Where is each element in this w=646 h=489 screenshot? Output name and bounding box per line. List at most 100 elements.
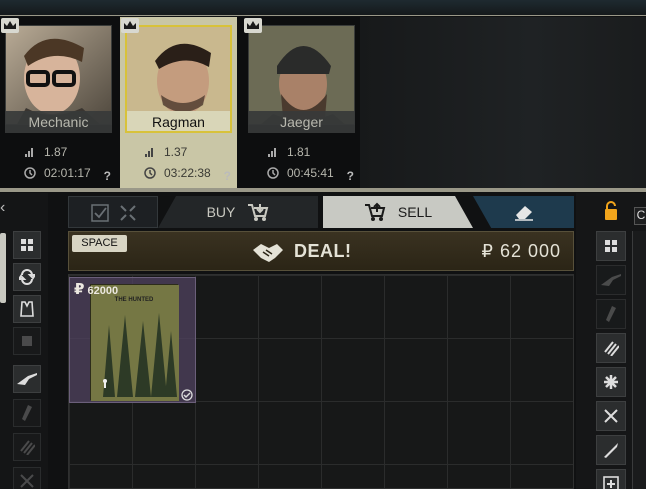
trader-name: Ragman bbox=[125, 111, 232, 133]
mods-filter-button[interactable] bbox=[13, 327, 41, 355]
plus-box-icon bbox=[603, 476, 619, 489]
ammo-icon bbox=[20, 440, 35, 455]
tab-sell[interactable]: SELL bbox=[323, 196, 473, 228]
collapse-arrow-icon[interactable]: ‹ bbox=[0, 199, 8, 229]
trader-restock-timer: 02:01:17 bbox=[24, 166, 91, 180]
stash-scrollbar[interactable] bbox=[0, 233, 6, 303]
provisions-filter-button[interactable] bbox=[596, 401, 626, 431]
trader-level: 1.37 bbox=[144, 145, 187, 159]
add-filter-button[interactable] bbox=[596, 469, 626, 489]
grid-icon bbox=[21, 239, 33, 251]
top-strip bbox=[0, 0, 646, 16]
item-price-value: 62000 bbox=[87, 285, 119, 297]
trade-mode-tabs: BUY SELL bbox=[68, 196, 574, 228]
trader-inventory-preview bbox=[632, 231, 646, 489]
trader-level: 1.87 bbox=[24, 145, 67, 159]
trading-screen: ? Mechanic 1.87 02:01:17 ? Ragman 1.37 0… bbox=[0, 0, 646, 489]
select-toolbar bbox=[68, 196, 158, 228]
clock-icon bbox=[24, 167, 36, 179]
trader-filter-sidebar: C bbox=[576, 193, 646, 489]
barter-filter-button[interactable] bbox=[13, 263, 41, 291]
grid-icon bbox=[605, 240, 617, 252]
ammo-filter-button[interactable] bbox=[596, 333, 626, 363]
trader-portrait-ragman bbox=[125, 25, 232, 125]
deal-total-price: ₽ 62 000 bbox=[481, 241, 561, 261]
ammo-icon bbox=[604, 341, 619, 356]
handshake-icon[interactable] bbox=[251, 240, 285, 264]
melee-filter-button[interactable] bbox=[596, 435, 626, 465]
space-button[interactable]: SPACE bbox=[72, 235, 127, 252]
trader-level: 1.81 bbox=[267, 145, 310, 159]
collapse-arrows-icon[interactable] bbox=[119, 204, 137, 227]
clock-icon bbox=[144, 167, 156, 179]
medical-cross-icon bbox=[604, 375, 618, 389]
crown-icon bbox=[244, 18, 262, 33]
trader-row: ? Mechanic 1.87 02:01:17 ? Ragman 1.37 0… bbox=[0, 17, 646, 189]
medical-filter-button[interactable] bbox=[596, 367, 626, 397]
weapons-filter-button[interactable] bbox=[596, 265, 626, 295]
level-bars-icon bbox=[144, 146, 156, 158]
timer-value: 03:22:38 bbox=[164, 166, 211, 180]
poster-image: THE HUNTED bbox=[90, 284, 179, 401]
section-divider bbox=[0, 188, 646, 192]
crown-icon bbox=[121, 18, 139, 33]
trader-restock-timer: 03:22:38 bbox=[144, 166, 211, 180]
tools-filter-button[interactable] bbox=[13, 467, 41, 489]
lock-badge-icon[interactable] bbox=[604, 201, 618, 221]
trader-name: Jaeger bbox=[248, 111, 355, 133]
gear-filter-button[interactable] bbox=[13, 295, 41, 323]
item-poster-the-hunted[interactable]: THE HUNTED ₽ 62000 bbox=[69, 277, 196, 403]
level-value: 1.87 bbox=[44, 145, 68, 159]
crown-icon bbox=[1, 18, 19, 33]
vest-icon bbox=[20, 301, 34, 317]
ruble-icon: ₽ bbox=[74, 281, 85, 298]
tab-sell-label: SELL bbox=[397, 204, 433, 220]
level-value: 1.37 bbox=[164, 145, 188, 159]
trader-portrait-mechanic bbox=[5, 25, 112, 125]
found-in-raid-check-icon bbox=[181, 388, 193, 401]
all-items-filter-button[interactable] bbox=[13, 231, 41, 259]
fork-knife-icon bbox=[604, 409, 618, 423]
clock-icon bbox=[267, 167, 279, 179]
rifle-icon bbox=[601, 274, 621, 286]
tab-buy-label: BUY bbox=[206, 204, 236, 220]
sell-item-grid[interactable]: THE HUNTED ₽ 62000 bbox=[68, 274, 574, 489]
trader-card-jaeger[interactable]: ? Jaeger 1.81 00:45:41 bbox=[243, 17, 360, 189]
all-items-filter-button[interactable] bbox=[596, 231, 626, 261]
cart-sell-icon bbox=[364, 202, 386, 221]
level-bars-icon bbox=[267, 146, 279, 158]
deal-button[interactable]: DEAL! bbox=[294, 241, 352, 262]
unknown-mark: ? bbox=[103, 169, 111, 183]
unknown-mark: ? bbox=[346, 169, 354, 183]
level-bars-icon bbox=[24, 146, 36, 158]
stash-filter-sidebar: ‹ bbox=[0, 193, 48, 489]
weapons-filter-button[interactable] bbox=[13, 365, 41, 393]
trader-restock-timer: 00:45:41 bbox=[267, 166, 334, 180]
timer-value: 02:01:17 bbox=[44, 166, 91, 180]
magazine-icon bbox=[22, 405, 32, 421]
eraser-icon bbox=[514, 206, 533, 221]
magazine-filter-button[interactable] bbox=[596, 299, 626, 329]
trader-card-mechanic[interactable]: ? Mechanic 1.87 02:01:17 bbox=[0, 17, 117, 189]
cross-tools-icon bbox=[20, 474, 34, 488]
deal-bar: SPACE DEAL! ₽ 62 000 bbox=[68, 231, 574, 271]
timer-value: 00:45:41 bbox=[287, 166, 334, 180]
item-price-tag: ₽ 62000 bbox=[74, 280, 118, 298]
knife-icon bbox=[604, 443, 618, 458]
cart-buy-icon bbox=[248, 204, 269, 221]
checkbox-icon[interactable] bbox=[91, 204, 109, 227]
trader-name: Mechanic bbox=[5, 111, 112, 133]
category-letter[interactable]: C bbox=[634, 207, 646, 225]
magazine-icon bbox=[606, 306, 616, 322]
tab-buy[interactable]: BUY bbox=[158, 196, 318, 228]
trader-row-empty-area bbox=[360, 17, 646, 189]
puzzle-icon bbox=[22, 336, 32, 346]
clear-selection-button[interactable] bbox=[473, 196, 574, 228]
poster-title: THE HUNTED bbox=[114, 297, 154, 303]
trader-card-ragman[interactable]: ? Ragman 1.37 03:22:38 bbox=[120, 17, 237, 189]
ammo-filter-button[interactable] bbox=[13, 433, 41, 461]
rifle-icon bbox=[17, 373, 37, 385]
trader-portrait-jaeger bbox=[248, 25, 355, 125]
level-value: 1.81 bbox=[287, 145, 311, 159]
magazine-filter-button[interactable] bbox=[13, 399, 41, 427]
